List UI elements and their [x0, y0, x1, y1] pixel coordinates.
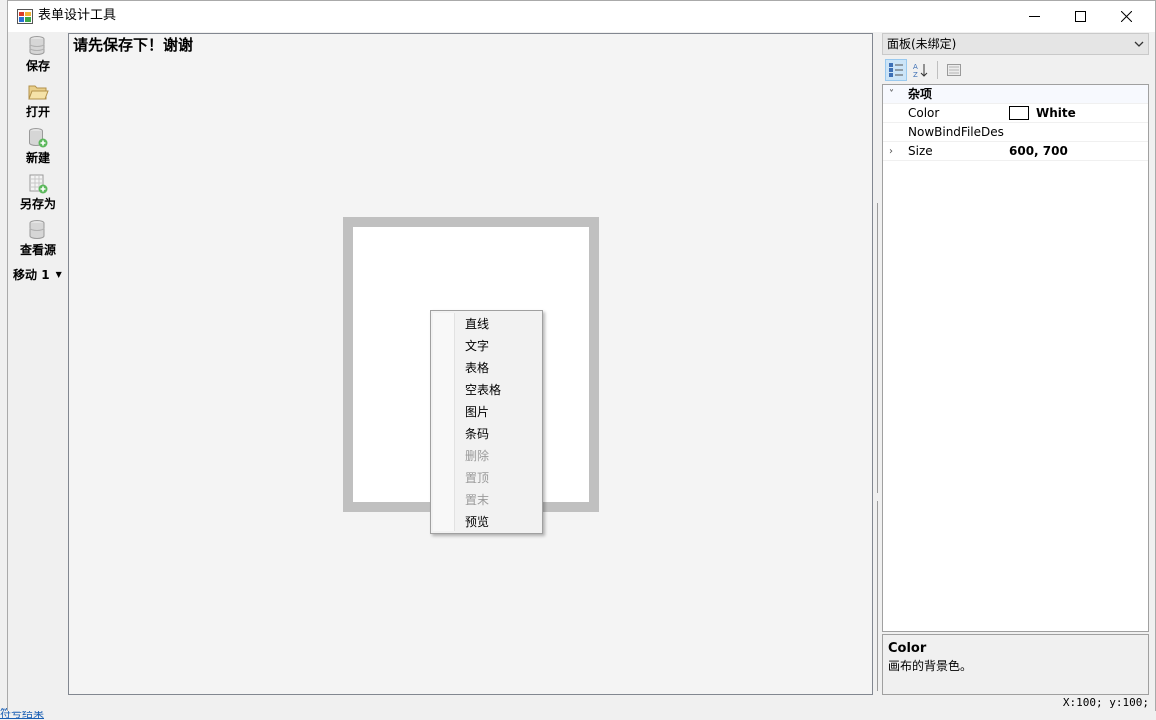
folder-open-icon — [28, 85, 49, 100]
sort-alphabetical-icon: A Z — [913, 63, 928, 78]
new-label: 新建 — [25, 151, 50, 165]
property-pages-button[interactable] — [943, 59, 965, 81]
collapse-chevron-icon[interactable]: ˅ — [889, 85, 899, 104]
maximize-icon — [1074, 11, 1086, 22]
object-selector-value: 面板(未绑定) — [887, 37, 957, 51]
context-menu: 直线 文字 表格 空表格 图片 条码 删除 置顶 置末 预览 — [430, 310, 543, 534]
categorized-button[interactable] — [885, 59, 907, 81]
property-grid-toolbar: A Z — [882, 57, 1149, 83]
sheet-add-icon — [29, 174, 48, 194]
menu-item-empty-table[interactable]: 空表格 — [434, 379, 539, 401]
save-label: 保存 — [25, 59, 50, 73]
maximize-button[interactable] — [1057, 1, 1103, 32]
menu-item-image[interactable]: 图片 — [434, 401, 539, 423]
property-value[interactable]: White — [1009, 104, 1076, 123]
expand-chevron-icon[interactable]: › — [889, 142, 899, 161]
splitter-grip-upper — [877, 203, 878, 493]
move-step-dropdown[interactable]: 移动 1 ▼ — [11, 265, 65, 283]
open-button[interactable]: 打开 — [11, 81, 65, 125]
dropdown-arrow-icon: ▼ — [55, 269, 62, 279]
description-title: Color — [888, 641, 927, 656]
view-source-label: 查看源 — [19, 243, 56, 257]
svg-text:Z: Z — [913, 71, 918, 78]
minimize-button[interactable] — [1011, 1, 1057, 32]
property-pages-icon — [947, 64, 961, 76]
open-label: 打开 — [25, 105, 50, 119]
close-icon — [1120, 11, 1132, 22]
property-grid: ˅ 杂项 Color White NowBindFileDesc › Size … — [882, 84, 1149, 632]
new-button[interactable]: 新建 — [11, 127, 65, 171]
menu-item-delete: 删除 — [465, 449, 490, 463]
form-designer-window: 表单设计工具 保存 打开 新建 另存为 查看源 移动 1 ▼ 请先保存下！谢谢 … — [7, 0, 1156, 711]
description-text: 画布的背景色。 — [888, 659, 973, 673]
save-as-label: 另存为 — [19, 197, 56, 211]
save-notice: 请先保存下！谢谢 — [73, 36, 194, 54]
move-value: 1 — [41, 267, 50, 282]
database-source-icon — [29, 220, 45, 239]
close-button[interactable] — [1103, 1, 1149, 32]
app-icon — [17, 9, 33, 24]
categorized-icon — [889, 63, 903, 77]
category-label: 杂项 — [908, 87, 933, 101]
save-as-button[interactable]: 另存为 — [11, 173, 65, 217]
property-value[interactable]: 600, 700 — [1009, 142, 1068, 161]
database-save-icon — [29, 36, 45, 55]
object-selector[interactable]: 面板(未绑定) — [882, 33, 1149, 55]
minimize-icon — [1028, 16, 1040, 17]
title-bar[interactable]: 表单设计工具 — [8, 1, 1155, 32]
design-canvas-area[interactable]: 请先保存下！谢谢 直线 文字 表格 空表格 图片 条码 删除 置顶 置末 预览 — [68, 33, 873, 695]
property-name: NowBindFileDesc — [908, 125, 1004, 139]
description-pane: Color 画布的背景色。 — [882, 634, 1149, 695]
save-button[interactable]: 保存 — [11, 35, 65, 79]
database-add-icon — [29, 128, 48, 148]
menu-item-table[interactable]: 表格 — [434, 357, 539, 379]
menu-item-bring-to-front: 置顶 — [465, 471, 490, 485]
menu-item-send-to-back: 置末 — [465, 493, 490, 507]
property-panel: 面板(未绑定) A Z ˅ 杂项 Color White NowBindFile… — [882, 33, 1149, 695]
property-name: Color — [908, 106, 940, 120]
svg-text:A: A — [913, 63, 918, 71]
move-label: 移动 1 — [13, 267, 50, 282]
property-row-color[interactable]: Color White — [883, 104, 1148, 123]
panel-splitter[interactable] — [874, 33, 882, 695]
window-title: 表单设计工具 — [38, 8, 117, 23]
color-swatch — [1009, 106, 1029, 120]
left-toolbar: 保存 打开 新建 另存为 查看源 移动 1 ▼ — [8, 33, 68, 693]
view-source-button[interactable]: 查看源 — [11, 219, 65, 263]
property-name: Size — [908, 144, 933, 158]
menu-item-text[interactable]: 文字 — [434, 335, 539, 357]
menu-item-barcode[interactable]: 条码 — [434, 423, 539, 445]
cursor-coordinates: X:100; y:100; — [1062, 696, 1149, 709]
menu-item-preview[interactable]: 预览 — [434, 511, 539, 533]
property-row-nowbindfiledesc[interactable]: NowBindFileDesc — [883, 123, 1148, 142]
category-row[interactable]: ˅ 杂项 — [883, 85, 1148, 104]
alphabetical-button[interactable]: A Z — [909, 59, 931, 81]
status-bar: X:100; y:100; — [8, 695, 1155, 711]
toolbar-separator — [937, 61, 938, 79]
menu-item-line[interactable]: 直线 — [434, 313, 539, 335]
chevron-down-icon — [1134, 41, 1144, 47]
splitter-grip-lower — [877, 501, 878, 691]
property-row-size[interactable]: › Size 600, 700 — [883, 142, 1148, 161]
